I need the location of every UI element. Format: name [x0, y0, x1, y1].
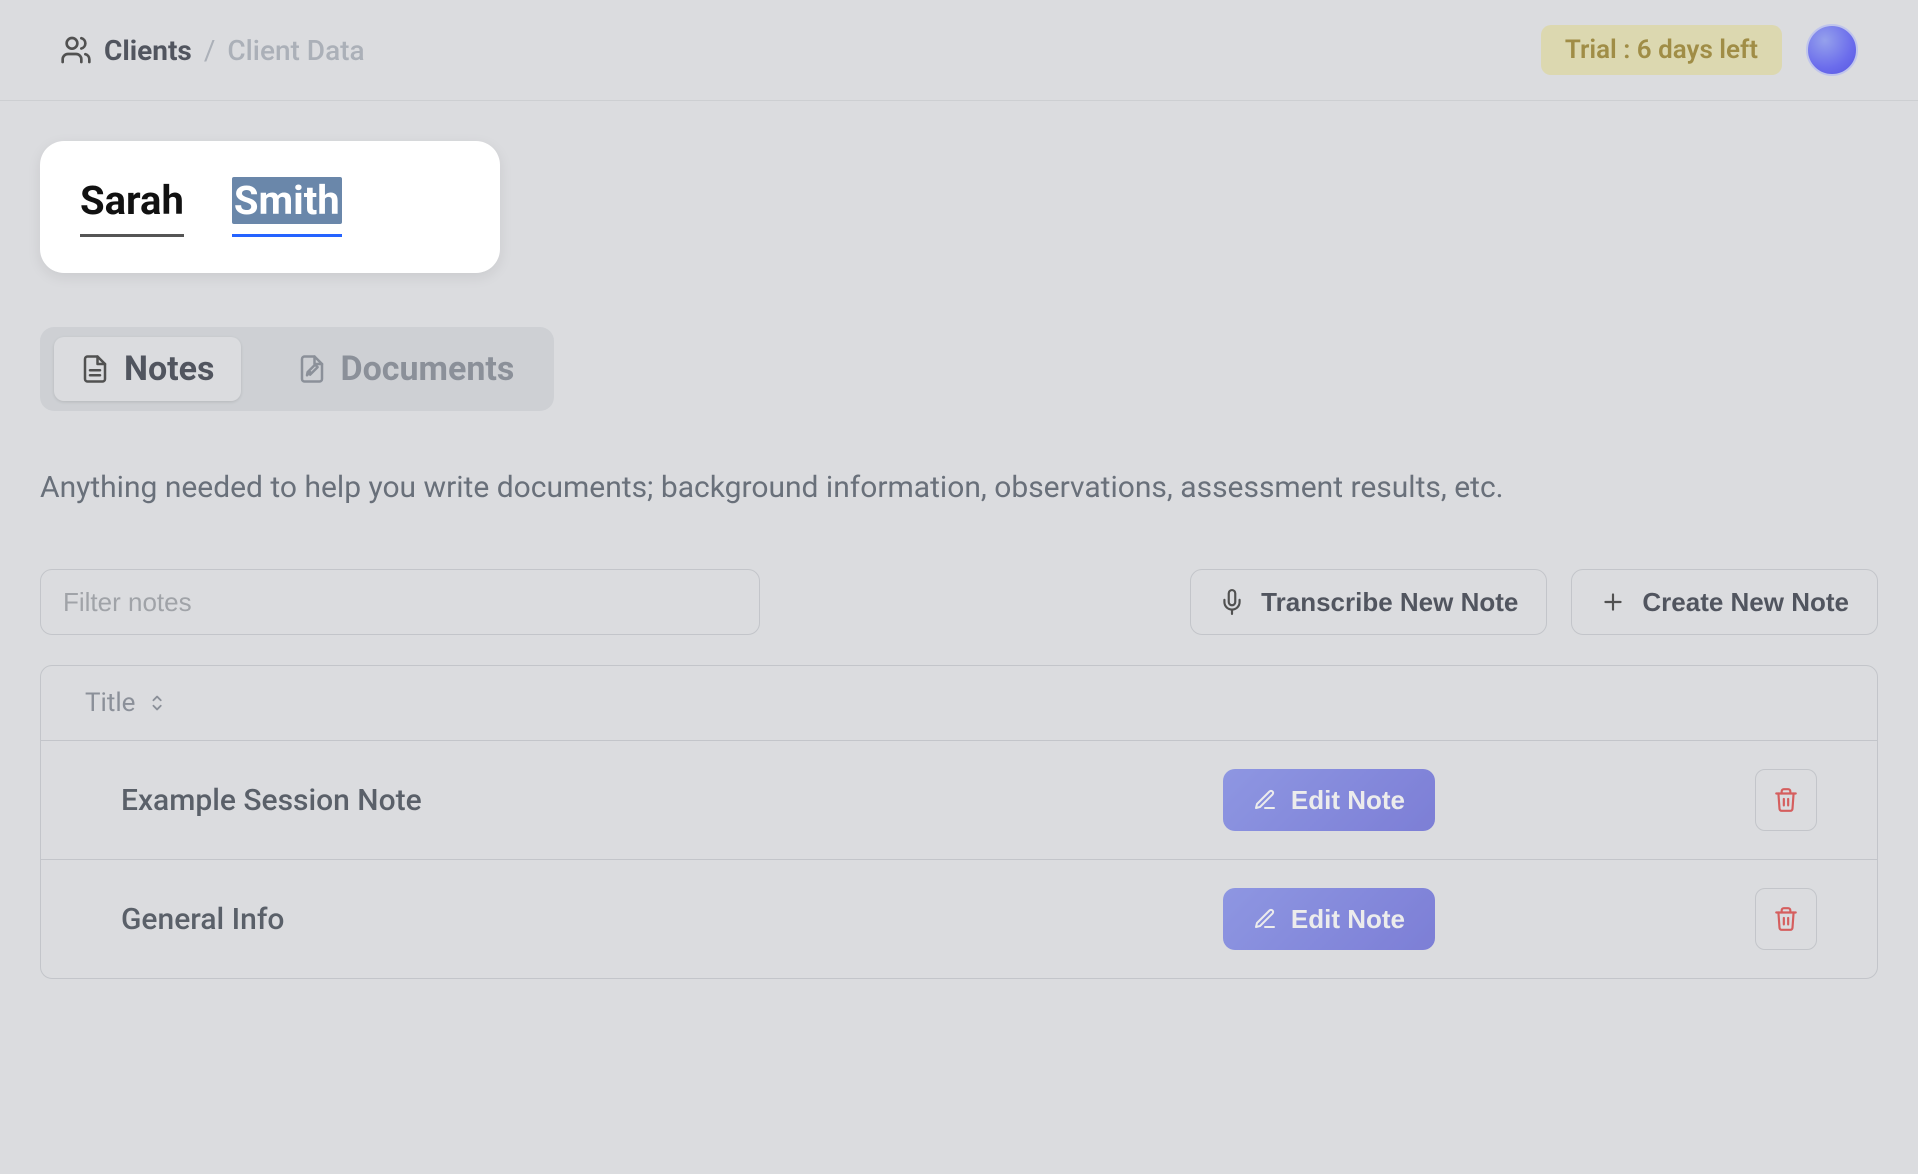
- notes-description: Anything needed to help you write docume…: [40, 467, 1878, 509]
- trial-badge[interactable]: Trial : 6 days left: [1541, 25, 1782, 75]
- trash-icon: [1773, 787, 1799, 813]
- breadcrumb-current: Client Data: [227, 34, 364, 67]
- edit-note-button[interactable]: Edit Note: [1223, 888, 1435, 950]
- avatar[interactable]: [1806, 24, 1858, 76]
- tabs: Notes Documents: [40, 327, 554, 411]
- table-header[interactable]: Title: [41, 666, 1877, 741]
- breadcrumb-separator: /: [204, 34, 216, 67]
- create-note-label: Create New Note: [1642, 587, 1849, 618]
- edit-icon: [1253, 788, 1277, 812]
- create-note-button[interactable]: Create New Note: [1571, 569, 1878, 635]
- tab-notes-label: Notes: [124, 349, 215, 389]
- file-text-icon: [80, 354, 110, 384]
- users-icon: [60, 34, 92, 66]
- plus-icon: [1600, 589, 1626, 615]
- sort-icon: [147, 692, 169, 714]
- column-title-label: Title: [85, 688, 135, 718]
- last-name-value: Smith: [232, 177, 342, 224]
- notes-table: Title Example Session Note: [40, 665, 1878, 979]
- transcribe-note-label: Transcribe New Note: [1261, 587, 1518, 618]
- table-row: General Info Edit Note: [41, 860, 1877, 978]
- transcribe-note-button[interactable]: Transcribe New Note: [1190, 569, 1547, 635]
- tab-documents-label: Documents: [341, 349, 515, 389]
- edit-note-label: Edit Note: [1291, 785, 1405, 816]
- filter-notes-input[interactable]: [40, 569, 760, 635]
- first-name-value: Sarah: [80, 177, 184, 224]
- client-name-card: Sarah Smith: [40, 141, 500, 273]
- breadcrumb-root[interactable]: Clients: [104, 34, 192, 67]
- notes-toolbar: Transcribe New Note Create New Note: [40, 569, 1878, 635]
- delete-note-button[interactable]: [1755, 769, 1817, 831]
- last-name-input[interactable]: Smith: [232, 177, 342, 237]
- tab-notes[interactable]: Notes: [54, 337, 241, 401]
- edit-note-button[interactable]: Edit Note: [1223, 769, 1435, 831]
- microphone-icon: [1219, 589, 1245, 615]
- table-row: Example Session Note Edit Note: [41, 741, 1877, 860]
- first-name-input[interactable]: Sarah: [80, 177, 184, 237]
- header: Clients / Client Data Trial : 6 days lef…: [0, 0, 1918, 101]
- tab-documents[interactable]: Documents: [271, 337, 541, 401]
- delete-note-button[interactable]: [1755, 888, 1817, 950]
- edit-note-label: Edit Note: [1291, 904, 1405, 935]
- note-title: Example Session Note: [121, 783, 1223, 818]
- file-edit-icon: [297, 354, 327, 384]
- breadcrumb: Clients / Client Data: [60, 34, 365, 67]
- note-title: General Info: [121, 902, 1223, 937]
- edit-icon: [1253, 907, 1277, 931]
- trash-icon: [1773, 906, 1799, 932]
